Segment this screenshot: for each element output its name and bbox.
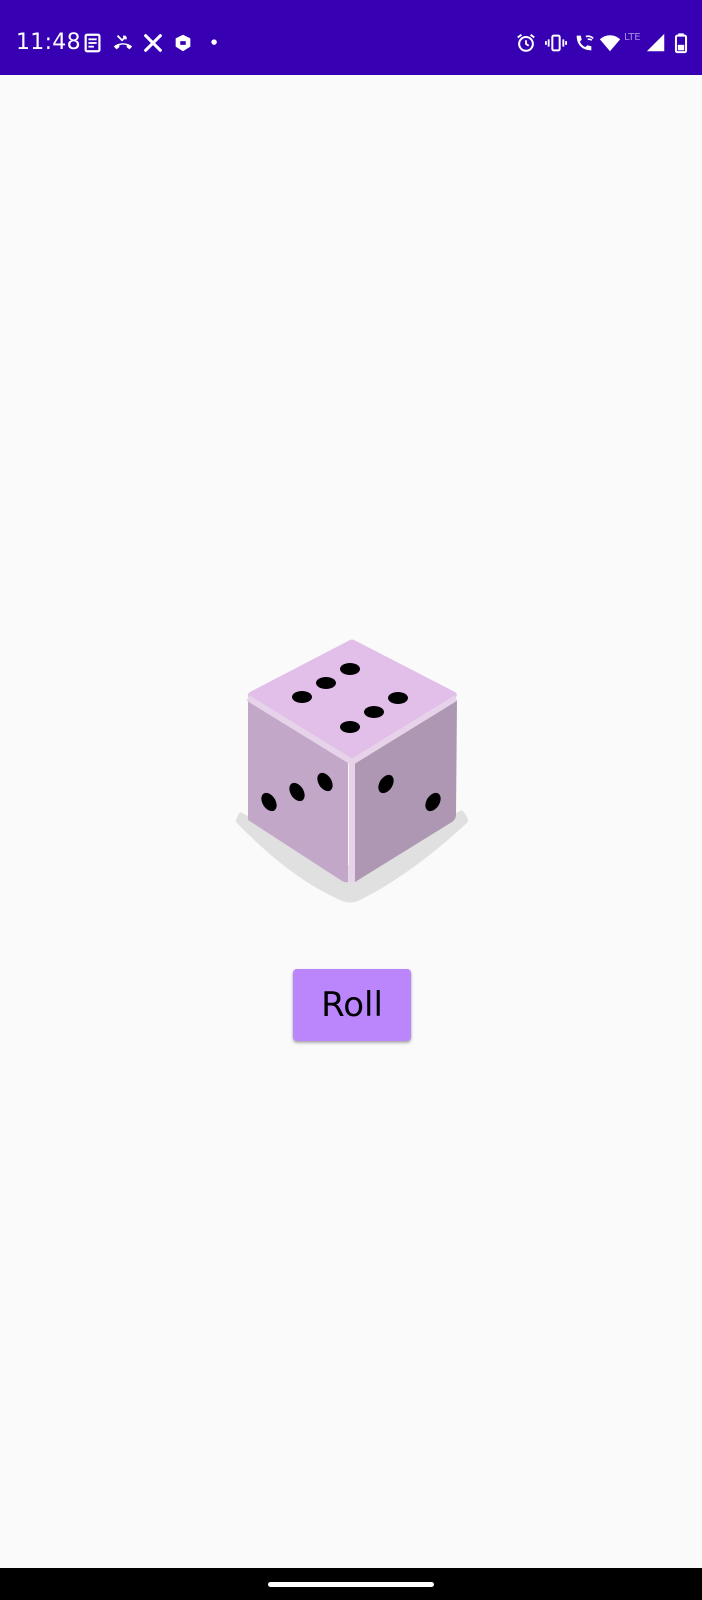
roll-button[interactable]: Roll — [293, 969, 411, 1041]
signal-icon — [645, 32, 667, 54]
navigation-bar — [0, 1568, 702, 1600]
wifi-icon — [599, 32, 621, 54]
news-icon — [82, 32, 104, 54]
wifi-calling-icon — [573, 32, 595, 54]
app-screen: 11:48 LTE Roll — [0, 0, 702, 1600]
dot-icon — [204, 32, 226, 54]
vibrate-icon — [545, 32, 567, 54]
dice-image — [228, 636, 474, 912]
missed-call-icon — [112, 32, 134, 54]
app-notification-icon — [172, 32, 194, 54]
status-bar: 11:48 LTE — [0, 0, 702, 75]
battery-icon — [670, 32, 692, 54]
home-gesture-handle[interactable] — [268, 1582, 434, 1587]
tools-icon — [142, 32, 164, 54]
network-type-label: LTE — [624, 32, 641, 43]
alarm-icon — [515, 32, 537, 54]
status-time: 11:48 — [16, 30, 81, 55]
